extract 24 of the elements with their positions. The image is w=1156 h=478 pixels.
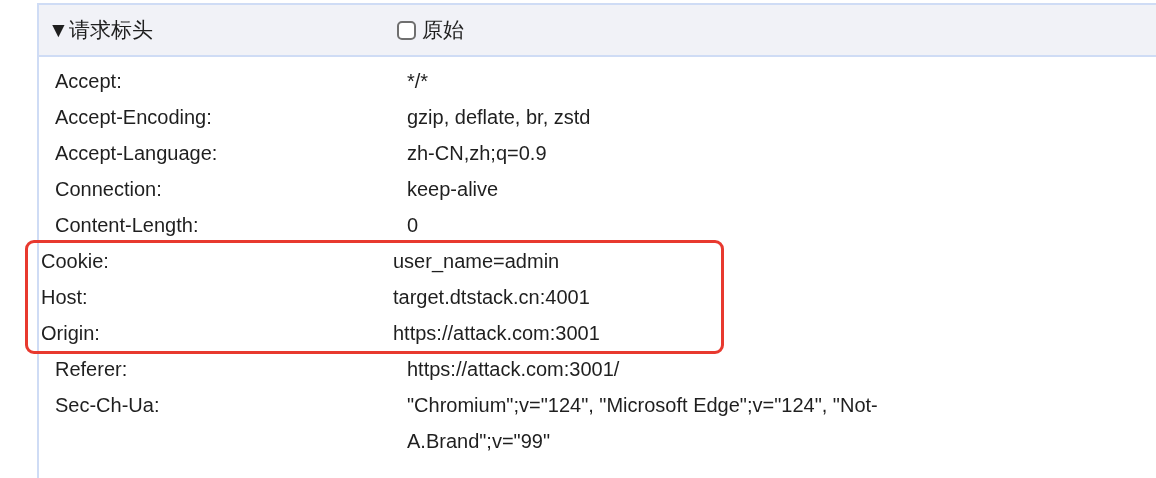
header-value: "Chromium";v="124", "Microsoft Edge";v="124", "Not-A.Brand";v="99": [407, 393, 879, 454]
header-value: https://attack.com:3001/: [407, 357, 621, 382]
header-name: Sec-Ch-Ua:: [55, 393, 161, 418]
header-name: Accept-Encoding:: [55, 105, 213, 130]
header-value: gzip, deflate, br, zstd: [407, 105, 592, 130]
header-name: Cookie:: [41, 249, 110, 274]
header-value: target.dtstack.cn:4001: [393, 285, 591, 310]
header-value: */*: [407, 69, 430, 94]
header-value: keep-alive: [407, 177, 500, 202]
section-title[interactable]: 请求标头: [68, 16, 153, 44]
header-name: Referer:: [55, 357, 129, 382]
header-name: Accept-Language:: [55, 141, 219, 166]
header-value: 0: [407, 213, 420, 238]
header-value: https://attack.com:3001: [393, 321, 601, 346]
raw-checkbox[interactable]: [397, 20, 416, 40]
header-name: Connection:: [55, 177, 163, 202]
header-value: zh-CN,zh;q=0.9: [407, 141, 548, 166]
disclosure-triangle[interactable]: ▼: [48, 18, 69, 42]
header-value: user_name=admin: [393, 249, 561, 275]
header-name: Accept:: [55, 69, 123, 94]
header-name: Host:: [41, 285, 89, 310]
raw-label[interactable]: 原始: [422, 16, 464, 44]
header-name: Content-Length:: [55, 213, 200, 238]
header-name: Origin:: [41, 321, 101, 346]
